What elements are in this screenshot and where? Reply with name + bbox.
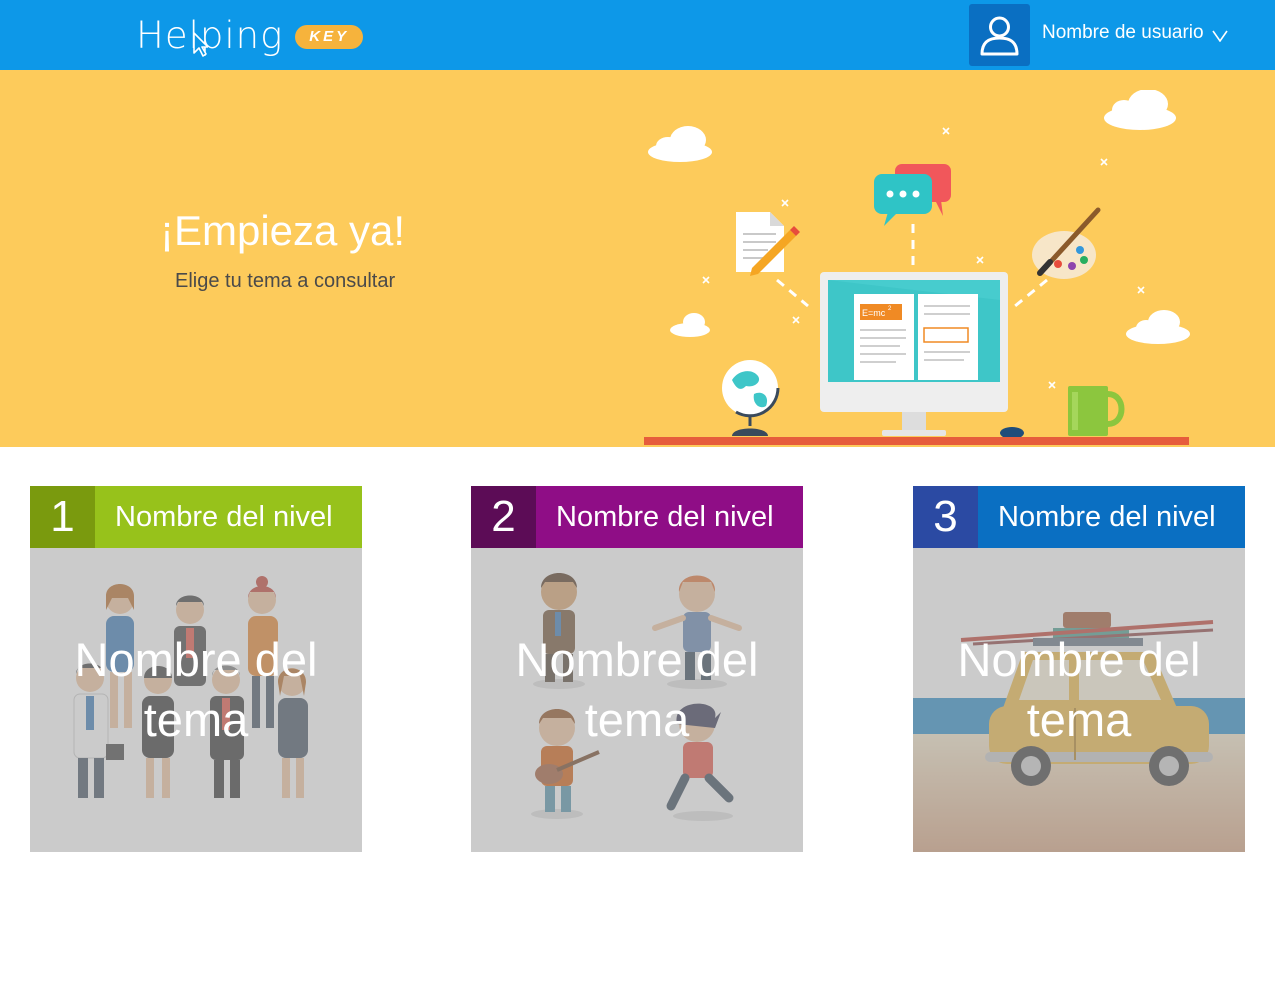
level-card-3[interactable]: 3 Nombre del nivel Nombre del tema [913, 486, 1245, 852]
card-header: 1 Nombre del nivel [30, 486, 362, 548]
globe-icon [722, 360, 780, 436]
cloud-icon [1104, 90, 1176, 130]
topic-line-2: tema [584, 693, 690, 746]
level-name: Nombre del nivel [978, 486, 1245, 548]
top-bar: Helping KEY Nombre de usuario [0, 0, 1275, 70]
topic-line-1: Nombre del [515, 633, 759, 686]
level-card-2[interactable]: 2 Nombre del nivel Nombre del tema [471, 486, 803, 852]
logo-text: Helping [136, 13, 284, 57]
topic-line-1: Nombre del [957, 633, 1201, 686]
mouse-cursor-icon [193, 32, 208, 57]
level-card-1[interactable]: 1 Nombre del nivel Nombre del tema [30, 486, 362, 852]
level-name: Nombre del nivel [95, 486, 362, 548]
hero-title: ¡Empieza ya! [160, 207, 406, 254]
level-number: 2 [471, 486, 536, 548]
topic-name: Nombre del tema [913, 630, 1245, 750]
hero-subtitle: Elige tu tema a consultar [175, 270, 396, 292]
chevron-down-icon[interactable] [1212, 30, 1228, 42]
topic-name: Nombre del tema [30, 630, 362, 750]
card-overlay: Nombre del tema [30, 548, 362, 852]
card-header: 3 Nombre del nivel [913, 486, 1245, 548]
cloud-icon [648, 126, 712, 162]
topic-name: Nombre del tema [471, 630, 803, 750]
study-desk-illustration: E=mc 2 [644, 90, 1190, 445]
app-logo[interactable]: Helping KEY [136, 10, 364, 60]
username-menu[interactable]: Nombre de usuario [1042, 22, 1204, 44]
user-icon [980, 16, 1019, 56]
topic-line-1: Nombre del [74, 633, 318, 686]
cloud-icon [670, 313, 710, 337]
coffee-mug-icon [1068, 386, 1125, 436]
computer-monitor-icon: E=mc 2 [820, 272, 1008, 436]
hero-banner: ¡Empieza ya! Elige tu tema a consultar E… [0, 70, 1275, 447]
logo-badge: KEY [295, 25, 364, 49]
card-header: 2 Nombre del nivel [471, 486, 803, 548]
chat-bubble-icon [874, 164, 951, 226]
level-number: 1 [30, 486, 95, 548]
user-avatar-button[interactable] [969, 4, 1030, 66]
card-overlay: Nombre del tema [913, 548, 1245, 852]
topic-line-2: tema [1026, 693, 1132, 746]
formula-text: E=mc [862, 308, 886, 318]
paint-palette-icon [1032, 207, 1101, 279]
document-pencil-icon [736, 212, 800, 276]
level-number: 3 [913, 486, 978, 548]
card-overlay: Nombre del tema [471, 548, 803, 852]
desk-surface [644, 437, 1189, 445]
level-name: Nombre del nivel [536, 486, 803, 548]
topic-line-2: tema [143, 693, 249, 746]
cloud-icon [1126, 310, 1190, 344]
